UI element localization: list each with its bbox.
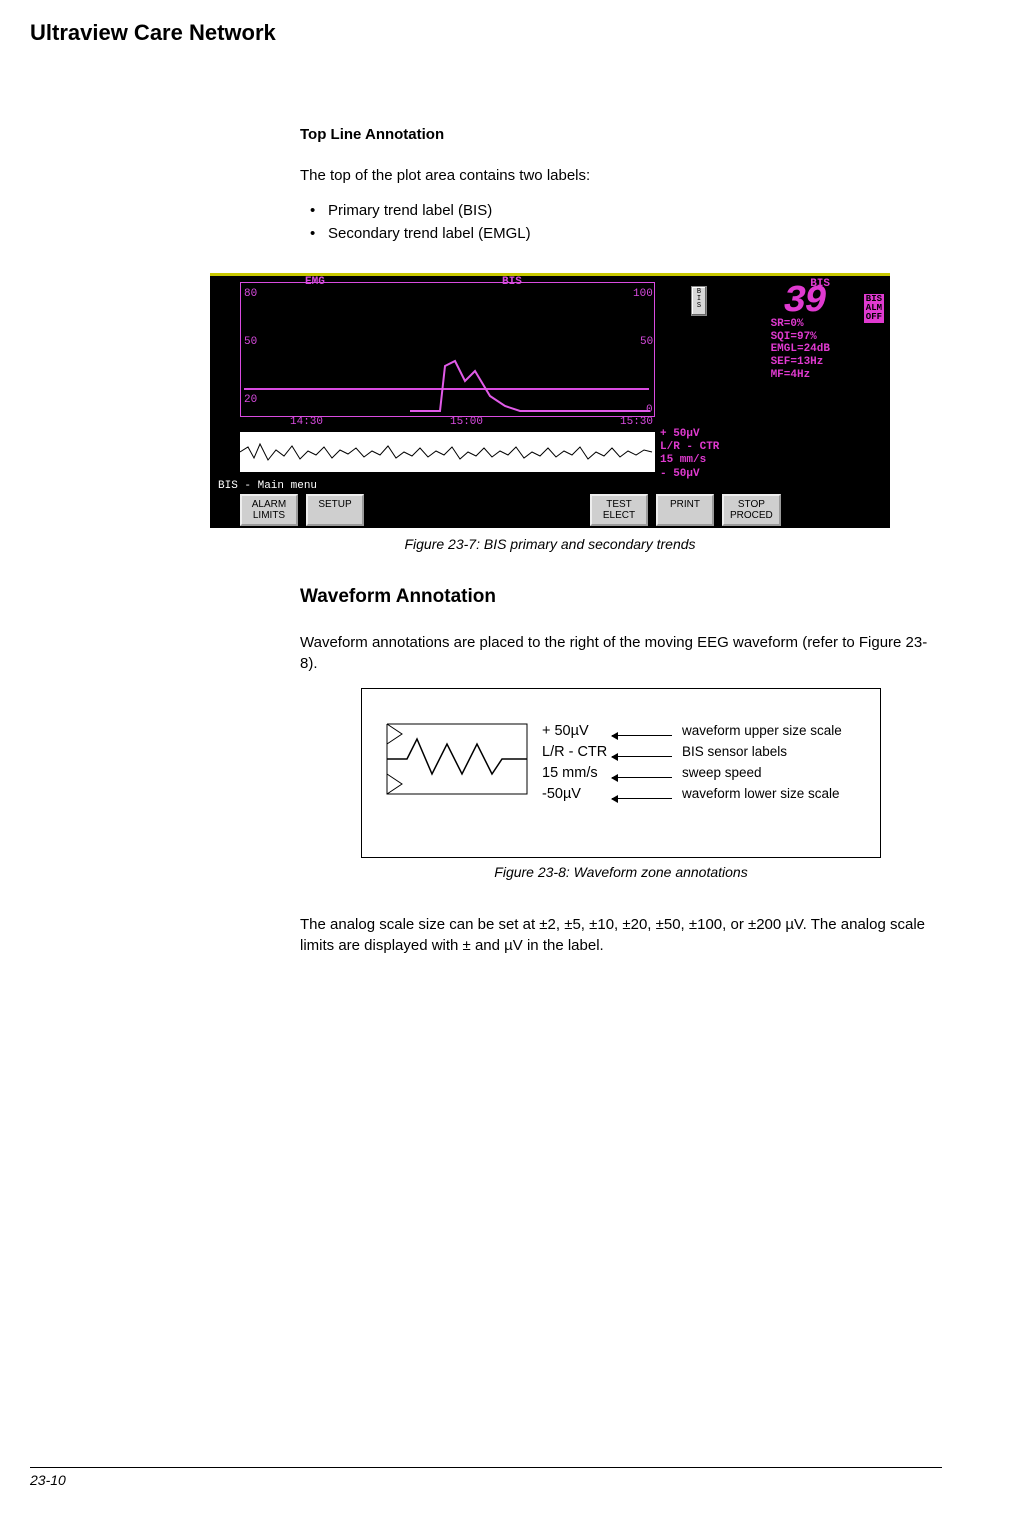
- eeg-waveform-strip: [240, 432, 655, 472]
- page-title: Ultraview Care Network: [30, 20, 942, 46]
- bis-trend-spike: [410, 356, 655, 421]
- ann-sensor-label: L/R - CTR: [542, 742, 607, 763]
- bis-mode-button[interactable]: BIS: [691, 286, 707, 316]
- section2-intro: Waveform annotations are placed to the r…: [300, 632, 942, 674]
- ann-label: BIS sensor labels: [682, 742, 842, 763]
- y-left-tick: 80: [244, 288, 257, 300]
- arrow-left-icon: [612, 798, 672, 799]
- figure-23-8: + 50µV L/R - CTR 15 mm/s -50µV waveform …: [361, 688, 881, 858]
- bullet-item: Primary trend label (BIS): [300, 200, 942, 223]
- bis-monitor-screenshot: EMG BIS 80 50 20 100 50 0 14:30 15:00 15…: [210, 273, 890, 528]
- print-button[interactable]: PRINT: [656, 494, 714, 526]
- alarm-limits-button[interactable]: ALARMLIMITS: [240, 494, 298, 526]
- y-left-tick: 50: [244, 336, 257, 348]
- arrow-left-icon: [612, 777, 672, 778]
- info-line: SQI=97%: [771, 331, 830, 344]
- page-footer: 23-10: [30, 1467, 942, 1488]
- info-line: EMGL=24dB: [771, 343, 830, 356]
- bis-value: 39: [783, 280, 825, 323]
- arrow-left-icon: [612, 735, 672, 736]
- x-tick: 14:30: [290, 416, 323, 428]
- eeg-annotation-column: + 50µV L/R - CTR 15 mm/s - 50µV: [660, 428, 719, 481]
- eeg-sensor-label: L/R - CTR: [660, 441, 719, 454]
- y-right-tick: 100: [633, 288, 653, 300]
- ann-label: waveform upper size scale: [682, 721, 842, 742]
- info-line: SR=0%: [771, 318, 830, 331]
- bis-alarm-off-badge: BISALMOFF: [864, 294, 884, 323]
- ann-sweep-speed: 15 mm/s: [542, 763, 607, 784]
- ann-upper-scale: + 50µV: [542, 721, 607, 742]
- eeg-lower-scale: - 50µV: [660, 468, 719, 481]
- annotation-labels-column: waveform upper size scale BIS sensor lab…: [682, 721, 842, 805]
- eeg-sweep-speed: 15 mm/s: [660, 454, 719, 467]
- annotation-values-column: + 50µV L/R - CTR 15 mm/s -50µV: [542, 721, 607, 805]
- page-number: 23-10: [30, 1472, 66, 1488]
- figure-23-7-caption: Figure 23-7: BIS primary and secondary t…: [210, 536, 890, 552]
- closing-paragraph: The analog scale size can be set at ±2, …: [300, 914, 942, 956]
- info-line: MF=4Hz: [771, 369, 830, 382]
- figure-23-7: EMG BIS 80 50 20 100 50 0 14:30 15:00 15…: [210, 273, 890, 528]
- y-right-tick: 50: [640, 336, 653, 348]
- menu-title: BIS - Main menu: [218, 480, 317, 492]
- bullet-item: Secondary trend label (EMGL): [300, 223, 942, 246]
- ann-label: waveform lower size scale: [682, 784, 842, 805]
- y-left-tick: 20: [244, 394, 257, 406]
- ann-label: sweep speed: [682, 763, 842, 784]
- eeg-upper-scale: + 50µV: [660, 428, 719, 441]
- bis-info-column: SR=0% SQI=97% EMGL=24dB SEF=13Hz MF=4Hz: [771, 318, 830, 381]
- ann-lower-scale: -50µV: [542, 784, 607, 805]
- info-line: SEF=13Hz: [771, 356, 830, 369]
- section2-heading: Waveform Annotation: [300, 586, 942, 608]
- annotation-arrows: [610, 725, 678, 809]
- arrow-left-icon: [612, 756, 672, 757]
- waveform-icon: [382, 719, 532, 799]
- figure-23-8-caption: Figure 23-8: Waveform zone annotations: [361, 864, 881, 880]
- section1-intro: The top of the plot area contains two la…: [300, 165, 942, 186]
- section1-heading: Top Line Annotation: [300, 126, 942, 143]
- test-elect-button[interactable]: TESTELECT: [590, 494, 648, 526]
- setup-button[interactable]: SETUP: [306, 494, 364, 526]
- stop-proced-button[interactable]: STOPPROCED: [722, 494, 781, 526]
